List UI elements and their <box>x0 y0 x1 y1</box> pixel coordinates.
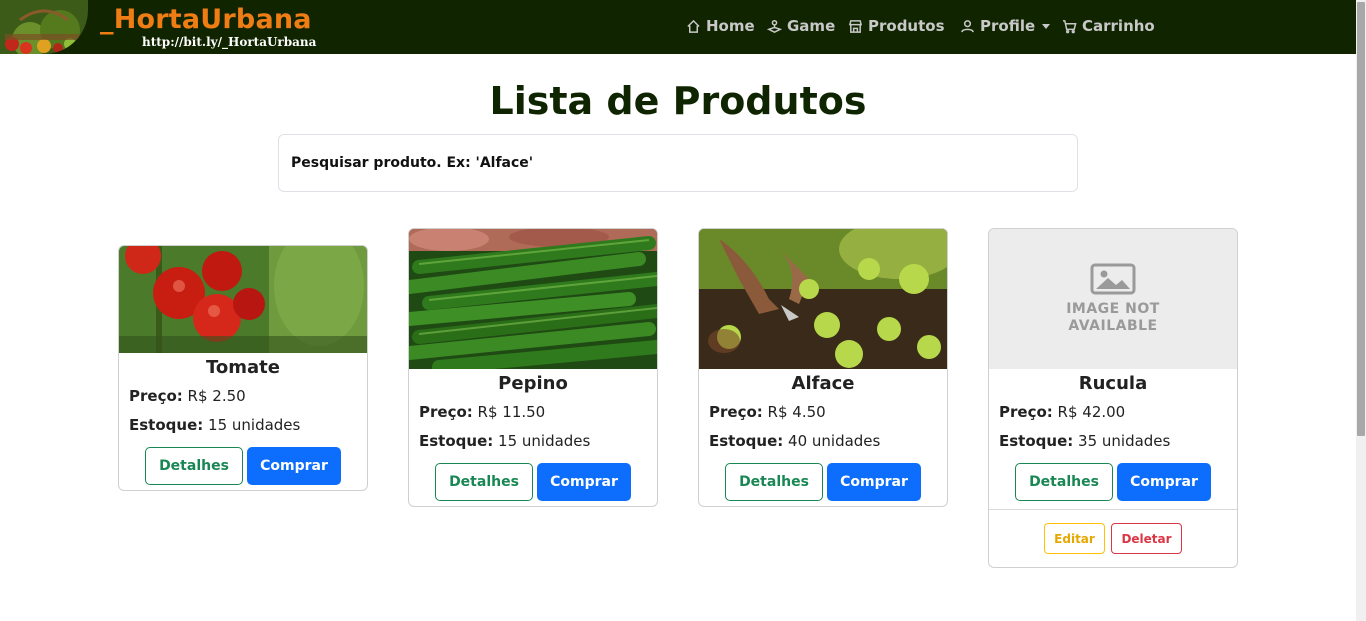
nav-profile-dropdown[interactable]: Profile <box>960 15 1051 37</box>
lettuce-planting-photo <box>699 229 947 369</box>
price-value: R$ 2.50 <box>187 387 246 405</box>
nav-game[interactable]: Game <box>767 15 835 37</box>
cucumber-photo <box>409 229 657 369</box>
nav-home[interactable]: Home <box>686 15 755 37</box>
product-stock: Estoque: 40 unidades <box>699 431 947 451</box>
stock-value: 40 unidades <box>788 432 881 450</box>
product-stock: Estoque: 35 unidades <box>989 431 1237 451</box>
stock-label: Estoque: <box>129 416 204 434</box>
card-actions: Detalhes Comprar <box>989 463 1237 501</box>
image-placeholder-icon <box>1090 263 1136 295</box>
brand-url: http://bit.ly/_HortaUrbana <box>142 35 317 49</box>
product-card-tomate: Tomate Preço: R$ 2.50 Estoque: 15 unidad… <box>118 245 368 491</box>
store-icon <box>848 19 863 33</box>
cart-icon <box>1062 19 1077 33</box>
buy-button[interactable]: Comprar <box>1117 463 1211 501</box>
nav-carrinho[interactable]: Carrinho <box>1062 15 1155 37</box>
person-icon <box>961 19 974 32</box>
navbar: _HortaUrbana http://bit.ly/_HortaUrbana … <box>0 0 1356 54</box>
image-not-available-text: IMAGE NOT AVAILABLE <box>1066 301 1160 335</box>
stock-label: Estoque: <box>419 432 494 450</box>
page-scrollbar[interactable] <box>1356 0 1366 621</box>
image-not-available: IMAGE NOT AVAILABLE <box>989 229 1237 369</box>
card-actions: Detalhes Comprar <box>119 447 367 485</box>
nav-carrinho-label: Carrinho <box>1082 17 1155 35</box>
price-value: R$ 4.50 <box>767 403 826 421</box>
image-na-line1: IMAGE NOT <box>1066 301 1160 317</box>
home-icon <box>687 19 700 33</box>
product-name: Pepino <box>498 373 568 394</box>
product-card-pepino: Pepino Preço: R$ 11.50 Estoque: 15 unida… <box>408 228 658 507</box>
edit-button[interactable]: Editar <box>1044 523 1105 554</box>
buy-button[interactable]: Comprar <box>247 447 341 485</box>
product-price: Preço: R$ 4.50 <box>699 402 947 422</box>
page-title: Lista de Produtos <box>489 79 867 123</box>
details-button[interactable]: Detalhes <box>145 447 243 485</box>
stock-label: Estoque: <box>709 432 784 450</box>
nav-home-label: Home <box>706 17 755 35</box>
product-card-rucula: IMAGE NOT AVAILABLE Rucula Preço: R$ 42.… <box>988 228 1238 568</box>
nav-game-label: Game <box>787 17 836 35</box>
stock-value: 15 unidades <box>498 432 591 450</box>
stock-value: 15 unidades <box>208 416 301 434</box>
details-button[interactable]: Detalhes <box>435 463 533 501</box>
product-price: Preço: R$ 11.50 <box>409 402 657 422</box>
stock-value: 35 unidades <box>1078 432 1171 450</box>
image-na-line2: AVAILABLE <box>1068 318 1158 334</box>
product-name: Alface <box>791 373 855 394</box>
scrollbar-thumb[interactable] <box>1357 2 1365 436</box>
nav-produtos[interactable]: Produtos <box>848 15 945 37</box>
stock-label: Estoque: <box>999 432 1074 450</box>
card-actions: Detalhes Comprar <box>409 463 657 501</box>
delete-button[interactable]: Deletar <box>1111 523 1182 554</box>
tomato-photo <box>119 246 367 353</box>
nav-produtos-label: Produtos <box>868 17 945 35</box>
buy-button[interactable]: Comprar <box>537 463 631 501</box>
joystick-icon <box>767 19 782 33</box>
product-stock: Estoque: 15 unidades <box>119 415 367 435</box>
price-label: Preço: <box>709 403 763 421</box>
price-value: R$ 42.00 <box>1057 403 1126 421</box>
details-button[interactable]: Detalhes <box>1015 463 1113 501</box>
product-card-alface: Alface Preço: R$ 4.50 Estoque: 40 unidad… <box>698 228 948 507</box>
product-price: Preço: R$ 2.50 <box>119 386 367 406</box>
product-stock: Estoque: 15 unidades <box>409 431 657 451</box>
logo-vegetables-image[interactable] <box>0 0 88 54</box>
product-price: Preço: R$ 42.00 <box>989 402 1237 422</box>
nav-profile-label: Profile <box>980 17 1036 35</box>
price-label: Preço: <box>999 403 1053 421</box>
details-button[interactable]: Detalhes <box>725 463 823 501</box>
price-label: Preço: <box>129 387 183 405</box>
product-name: Rucula <box>1078 373 1148 394</box>
brand-title[interactable]: _HortaUrbana <box>100 4 312 36</box>
chevron-down-icon <box>1042 23 1051 29</box>
price-label: Preço: <box>419 403 473 421</box>
card-actions: Detalhes Comprar <box>699 463 947 501</box>
buy-button[interactable]: Comprar <box>827 463 921 501</box>
price-value: R$ 11.50 <box>477 403 546 421</box>
search-input[interactable] <box>278 134 1078 192</box>
product-name: Tomate <box>206 357 280 378</box>
card-admin-actions: Editar Deletar <box>989 509 1237 567</box>
